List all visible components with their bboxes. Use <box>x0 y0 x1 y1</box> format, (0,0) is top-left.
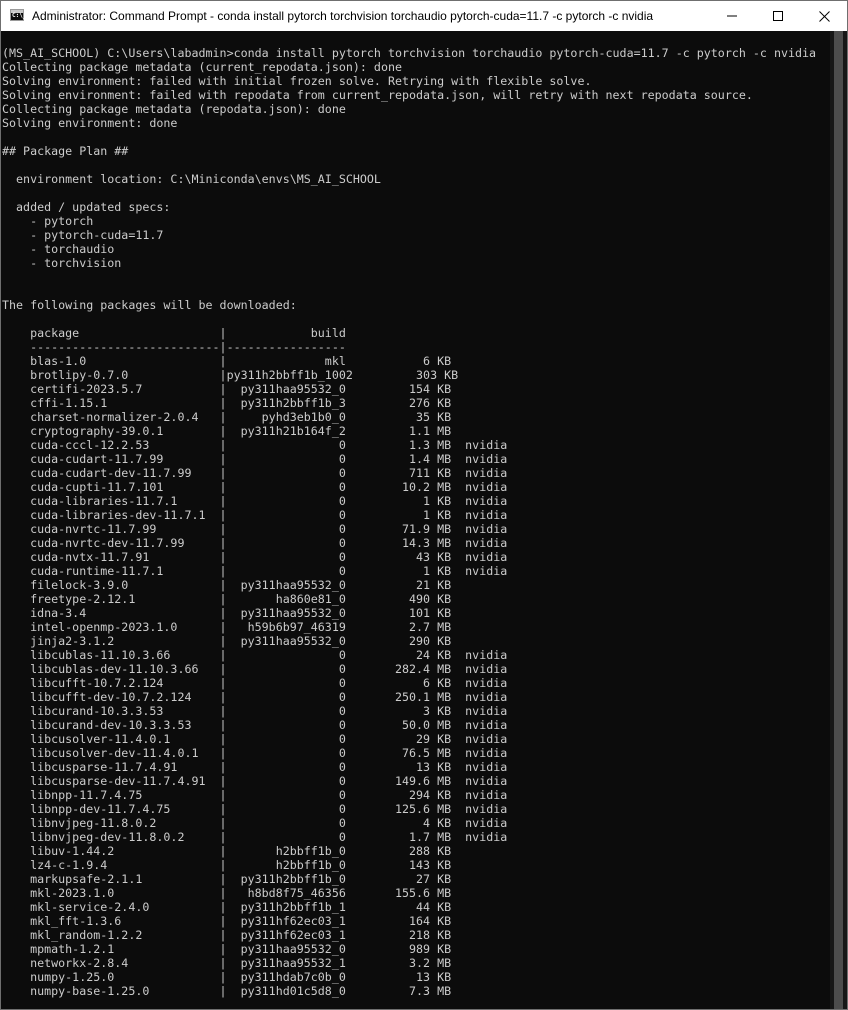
terminal-line: mkl-service-2.4.0 | py311h2bbff1b_1 44 K… <box>2 900 452 914</box>
terminal-line: cuda-cudart-11.7.99 | 0 1.4 MB nvidia <box>2 452 508 466</box>
terminal-line: numpy-1.25.0 | py311hdab7c0b_0 13 KB <box>2 970 452 984</box>
terminal-line: The following packages will be downloade… <box>2 298 297 312</box>
minimize-button[interactable] <box>709 1 755 31</box>
terminal-line: libcusolver-dev-11.4.0.1 | 0 76.5 MB nvi… <box>2 746 508 760</box>
terminal-line: blas-1.0 | mkl 6 KB <box>2 354 452 368</box>
terminal-line: - torchvision <box>2 256 122 270</box>
terminal-line: ## Package Plan ## <box>2 144 129 158</box>
terminal-line: freetype-2.12.1 | ha860e81_0 490 KB <box>2 592 452 606</box>
terminal-line: libcufft-10.7.2.124 | 0 6 KB nvidia <box>2 676 508 690</box>
close-icon <box>818 10 830 22</box>
terminal-line: certifi-2023.5.7 | py311haa95532_0 154 K… <box>2 382 452 396</box>
terminal-line: libnpp-11.7.4.75 | 0 294 KB nvidia <box>2 788 508 802</box>
maximize-button[interactable] <box>755 1 801 31</box>
terminal-line: mkl-2023.1.0 | h8bd8f75_46356 155.6 MB <box>2 886 452 900</box>
terminal-line: Collecting package metadata (current_rep… <box>2 60 403 74</box>
terminal-line: Solving environment: failed with repodat… <box>2 88 753 102</box>
terminal-line: networkx-2.8.4 | py311haa95532_1 3.2 MB <box>2 956 452 970</box>
minimize-icon <box>727 15 737 17</box>
terminal-line: package | build <box>2 326 346 340</box>
terminal-output[interactable]: (MS_AI_SCHOOL) C:\Users\labadmin>conda i… <box>1 31 830 1009</box>
terminal-line: Solving environment: done <box>2 116 178 130</box>
title-bar[interactable]: C:\_ Administrator: Command Prompt - con… <box>1 1 847 31</box>
terminal-line: cffi-1.15.1 | py311h2bbff1b_3 276 KB <box>2 396 452 410</box>
command-prompt-window: C:\_ Administrator: Command Prompt - con… <box>0 0 848 1010</box>
terminal-line: libcusolver-11.4.0.1 | 0 29 KB nvidia <box>2 732 508 746</box>
maximize-icon <box>773 11 783 21</box>
terminal-line: filelock-3.9.0 | py311haa95532_0 21 KB <box>2 578 452 592</box>
terminal-line: libcufft-dev-10.7.2.124 | 0 250.1 MB nvi… <box>2 690 508 704</box>
terminal-line: cuda-nvtx-11.7.91 | 0 43 KB nvidia <box>2 550 508 564</box>
app-icon-glyph: C:\_ <box>12 12 27 19</box>
terminal-line: - torchaudio <box>2 242 115 256</box>
terminal-line: ---------------------------|------------… <box>2 340 346 354</box>
terminal-line: cuda-cupti-11.7.101 | 0 10.2 MB nvidia <box>2 480 508 494</box>
terminal-line: (MS_AI_SCHOOL) C:\Users\labadmin>conda i… <box>2 46 817 60</box>
terminal-line: libcurand-dev-10.3.3.53 | 0 50.0 MB nvid… <box>2 718 508 732</box>
close-button[interactable] <box>801 1 847 31</box>
terminal-line: cuda-runtime-11.7.1 | 0 1 KB nvidia <box>2 564 508 578</box>
terminal-line: cuda-cudart-dev-11.7.99 | 0 711 KB nvidi… <box>2 466 508 480</box>
terminal-line: libcublas-11.10.3.66 | 0 24 KB nvidia <box>2 648 508 662</box>
terminal-line: cryptography-39.0.1 | py311h21b164f_2 1.… <box>2 424 452 438</box>
scrollbar-thumb[interactable] <box>834 31 843 1009</box>
terminal-line: - pytorch-cuda=11.7 <box>2 228 164 242</box>
terminal-line: added / updated specs: <box>2 200 171 214</box>
terminal-line: brotlipy-0.7.0 |py311h2bbff1b_1002 303 K… <box>2 368 459 382</box>
terminal-line: cuda-libraries-dev-11.7.1 | 0 1 KB nvidi… <box>2 508 508 522</box>
terminal-line: environment location: C:\Miniconda\envs\… <box>2 172 381 186</box>
terminal-line: lz4-c-1.9.4 | h2bbff1b_0 143 KB <box>2 858 452 872</box>
terminal-line: libnpp-dev-11.7.4.75 | 0 125.6 MB nvidia <box>2 802 508 816</box>
terminal-line: libuv-1.44.2 | h2bbff1b_0 288 KB <box>2 844 452 858</box>
terminal-line: cuda-nvrtc-dev-11.7.99 | 0 14.3 MB nvidi… <box>2 536 508 550</box>
terminal-line: libnvjpeg-11.8.0.2 | 0 4 KB nvidia <box>2 816 508 830</box>
terminal-line: libcusparse-dev-11.7.4.91 | 0 149.6 MB n… <box>2 774 508 788</box>
vertical-scrollbar[interactable] <box>830 31 847 1009</box>
terminal-line: idna-3.4 | py311haa95532_0 101 KB <box>2 606 452 620</box>
terminal-line: libcurand-10.3.3.53 | 0 3 KB nvidia <box>2 704 508 718</box>
terminal-line: Solving environment: failed with initial… <box>2 74 592 88</box>
terminal-line: cuda-nvrtc-11.7.99 | 0 71.9 MB nvidia <box>2 522 508 536</box>
terminal-line: libcublas-dev-11.10.3.66 | 0 282.4 MB nv… <box>2 662 508 676</box>
terminal-line: libcusparse-11.7.4.91 | 0 13 KB nvidia <box>2 760 508 774</box>
terminal-line: Collecting package metadata (repodata.js… <box>2 102 346 116</box>
terminal-line: markupsafe-2.1.1 | py311h2bbff1b_0 27 KB <box>2 872 452 886</box>
terminal-line: mkl_random-1.2.2 | py311hf62ec03_1 218 K… <box>2 928 452 942</box>
terminal-line: cuda-cccl-12.2.53 | 0 1.3 MB nvidia <box>2 438 508 452</box>
command-prompt-icon[interactable]: C:\_ <box>10 9 27 21</box>
window-title: Administrator: Command Prompt - conda in… <box>32 9 654 23</box>
terminal-line: mpmath-1.2.1 | py311haa95532_0 989 KB <box>2 942 452 956</box>
terminal-line: numpy-base-1.25.0 | py311hd01c5d8_0 7.3 … <box>2 984 452 998</box>
terminal-line: charset-normalizer-2.0.4 | pyhd3eb1b0_0 … <box>2 410 452 424</box>
terminal-line: intel-openmp-2023.1.0 | h59b6b97_46319 2… <box>2 620 452 634</box>
terminal-line: jinja2-3.1.2 | py311haa95532_0 290 KB <box>2 634 452 648</box>
terminal-line: mkl_fft-1.3.6 | py311hf62ec03_1 164 KB <box>2 914 452 928</box>
terminal-line: - pytorch <box>2 214 94 228</box>
terminal-line: cuda-libraries-11.7.1 | 0 1 KB nvidia <box>2 494 508 508</box>
terminal-line: libnvjpeg-dev-11.8.0.2 | 0 1.7 MB nvidia <box>2 830 508 844</box>
